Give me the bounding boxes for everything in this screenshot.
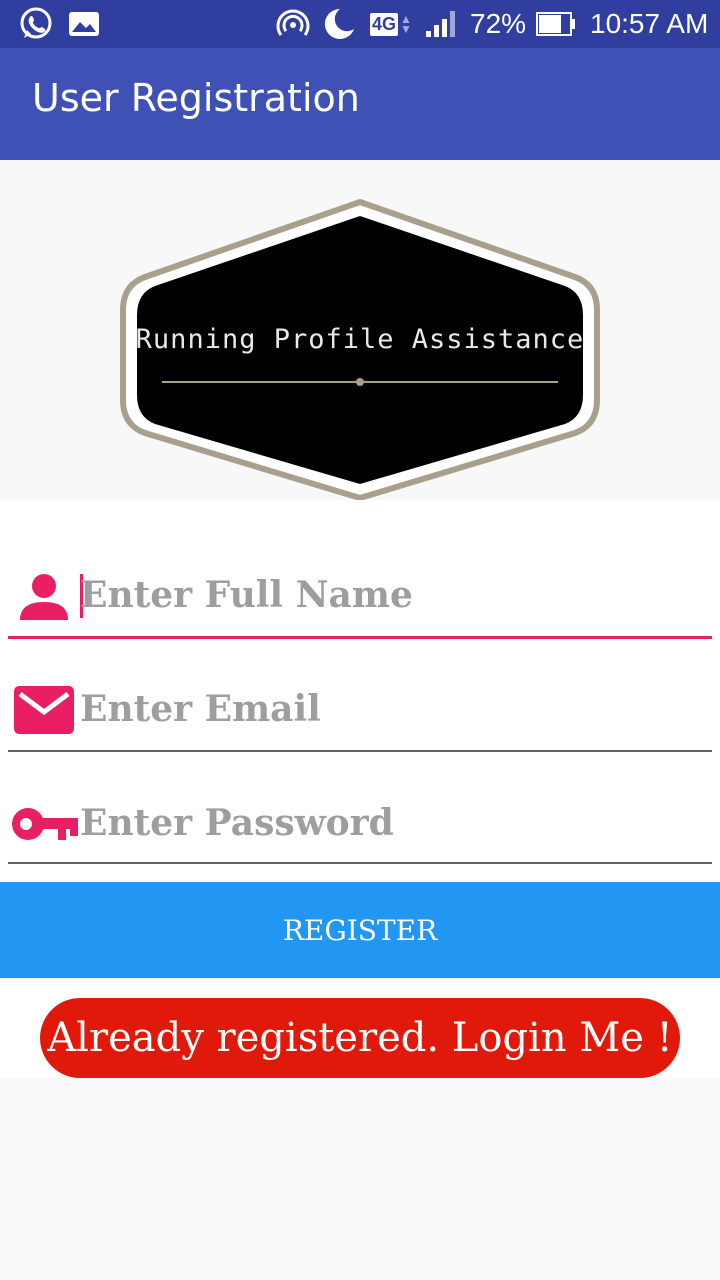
- signal-icon: [424, 0, 460, 48]
- password-input[interactable]: Enter Password: [80, 802, 394, 844]
- whatsapp-icon: [18, 0, 54, 48]
- full-name-field[interactable]: Enter Full Name: [8, 560, 712, 640]
- key-icon: [10, 802, 80, 851]
- battery-percent: 72%: [470, 8, 527, 39]
- clock: 10:57 AM: [590, 8, 709, 39]
- status-bar: 4G ▲ ▼ 72% 10:57 AM: [0, 0, 720, 48]
- email-input[interactable]: Enter Email: [80, 688, 321, 730]
- logo-area: Running Profile Assistance: [0, 160, 720, 502]
- moon-icon: [320, 0, 356, 48]
- network-4g-icon: 4G ▲ ▼: [370, 12, 412, 36]
- hotspot-icon: [276, 0, 310, 48]
- email-field[interactable]: Enter Email: [8, 674, 712, 754]
- full-name-input[interactable]: Enter Full Name: [80, 574, 413, 616]
- password-field[interactable]: Enter Password: [8, 788, 712, 868]
- email-underline: [8, 750, 712, 752]
- registration-form: Enter Full Name Enter Email Enter Passwo…: [0, 500, 720, 880]
- app-logo: Running Profile Assistance: [120, 198, 600, 502]
- password-underline: [8, 862, 712, 864]
- logo-text: Running Profile Assistance: [136, 324, 585, 355]
- page-title: User Registration: [32, 76, 360, 120]
- app-bar: User Registration: [0, 48, 720, 160]
- person-icon: [18, 570, 70, 627]
- battery-icon: [536, 0, 576, 48]
- email-icon: [12, 684, 76, 741]
- register-button[interactable]: REGISTER: [0, 882, 720, 978]
- gallery-icon: [68, 0, 100, 48]
- full-name-underline: [8, 636, 712, 639]
- login-button[interactable]: Already registered. Login Me !: [40, 998, 680, 1078]
